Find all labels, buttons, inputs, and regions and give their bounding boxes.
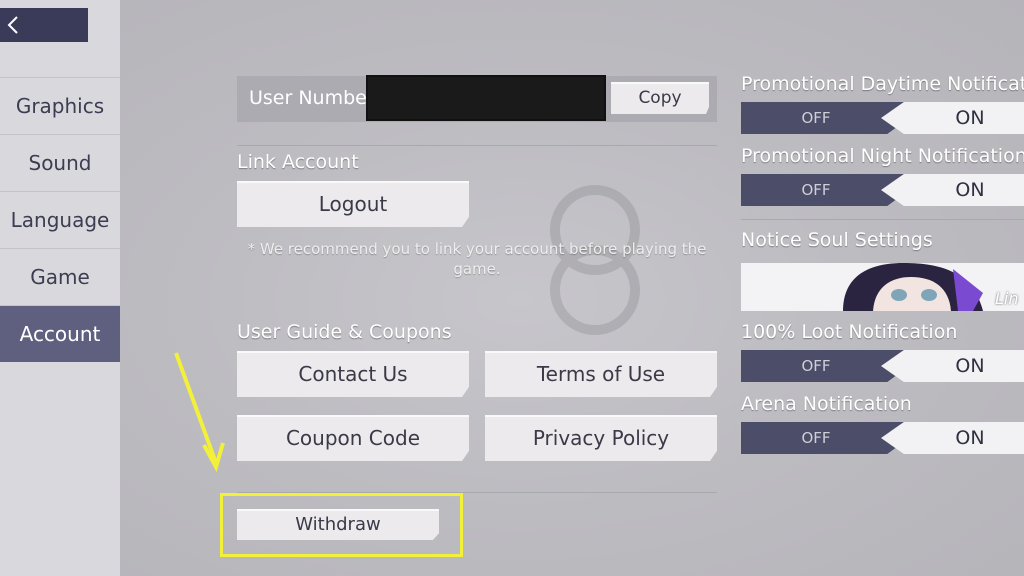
toggle-on-option[interactable]: ON bbox=[881, 174, 1024, 206]
terms-of-use-button[interactable]: Terms of Use bbox=[485, 351, 717, 397]
promo-night-label: Promotional Night Notifications bbox=[741, 145, 1024, 167]
toggle-on-option[interactable]: ON bbox=[881, 350, 1024, 382]
sidebar-item-label: Graphics bbox=[15, 94, 105, 118]
sidebar-item-label: Language bbox=[10, 208, 110, 232]
user-number-bar: User Number Copy bbox=[237, 75, 717, 122]
chevron-left-icon bbox=[7, 16, 18, 34]
toggle-on-option[interactable]: ON bbox=[881, 422, 1024, 454]
settings-screen: Graphics Sound Language Game Account Use… bbox=[0, 0, 1024, 576]
notice-soul-label: Notice Soul Settings bbox=[741, 229, 933, 251]
user-number-redacted bbox=[366, 75, 606, 121]
sidebar-item-label: Account bbox=[19, 322, 101, 346]
logout-button[interactable]: Logout bbox=[237, 181, 469, 227]
settings-sidebar: Graphics Sound Language Game Account bbox=[0, 0, 120, 576]
loot-notification-label: 100% Loot Notification bbox=[741, 321, 958, 343]
sidebar-item-label: Sound bbox=[28, 151, 92, 175]
link-account-note: * We recommend you to link your account … bbox=[237, 239, 717, 279]
coupon-code-button[interactable]: Coupon Code bbox=[237, 415, 469, 461]
privacy-policy-button[interactable]: Privacy Policy bbox=[485, 415, 717, 461]
annotation-arrow-icon bbox=[174, 352, 225, 473]
sidebar-item-sound[interactable]: Sound bbox=[0, 134, 120, 191]
copy-button[interactable]: Copy bbox=[611, 82, 709, 114]
sidebar-item-language[interactable]: Language bbox=[0, 191, 120, 248]
arena-notification-toggle[interactable]: OFF ON bbox=[741, 422, 1024, 454]
loot-notification-toggle[interactable]: OFF ON bbox=[741, 350, 1024, 382]
contact-us-button[interactable]: Contact Us bbox=[237, 351, 469, 397]
divider bbox=[741, 219, 1024, 220]
sidebar-item-account[interactable]: Account bbox=[0, 305, 120, 362]
sidebar-item-graphics[interactable]: Graphics bbox=[0, 77, 120, 134]
back-button[interactable] bbox=[0, 8, 88, 42]
toggle-on-option[interactable]: ON bbox=[881, 102, 1024, 134]
arena-notification-label: Arena Notification bbox=[741, 393, 912, 415]
sidebar-item-game[interactable]: Game bbox=[0, 248, 120, 305]
promo-night-toggle[interactable]: OFF ON bbox=[741, 174, 1024, 206]
sidebar-item-label: Game bbox=[30, 265, 90, 289]
notice-soul-card[interactable]: Lin bbox=[741, 263, 1024, 311]
soul-portrait-icon bbox=[843, 263, 983, 311]
note-line-1: * We recommend you to link your account … bbox=[247, 240, 707, 258]
promo-daytime-label: Promotional Daytime Notification bbox=[741, 73, 1024, 95]
user-number-label: User Number bbox=[249, 87, 375, 109]
promo-daytime-toggle[interactable]: OFF ON bbox=[741, 102, 1024, 134]
user-guide-title: User Guide & Coupons bbox=[237, 321, 452, 343]
annotation-highlight-box bbox=[220, 493, 463, 557]
soul-name: Lin bbox=[995, 289, 1019, 308]
note-line-2: game. bbox=[453, 260, 501, 278]
link-account-title: Link Account bbox=[237, 151, 359, 173]
divider bbox=[237, 145, 717, 146]
